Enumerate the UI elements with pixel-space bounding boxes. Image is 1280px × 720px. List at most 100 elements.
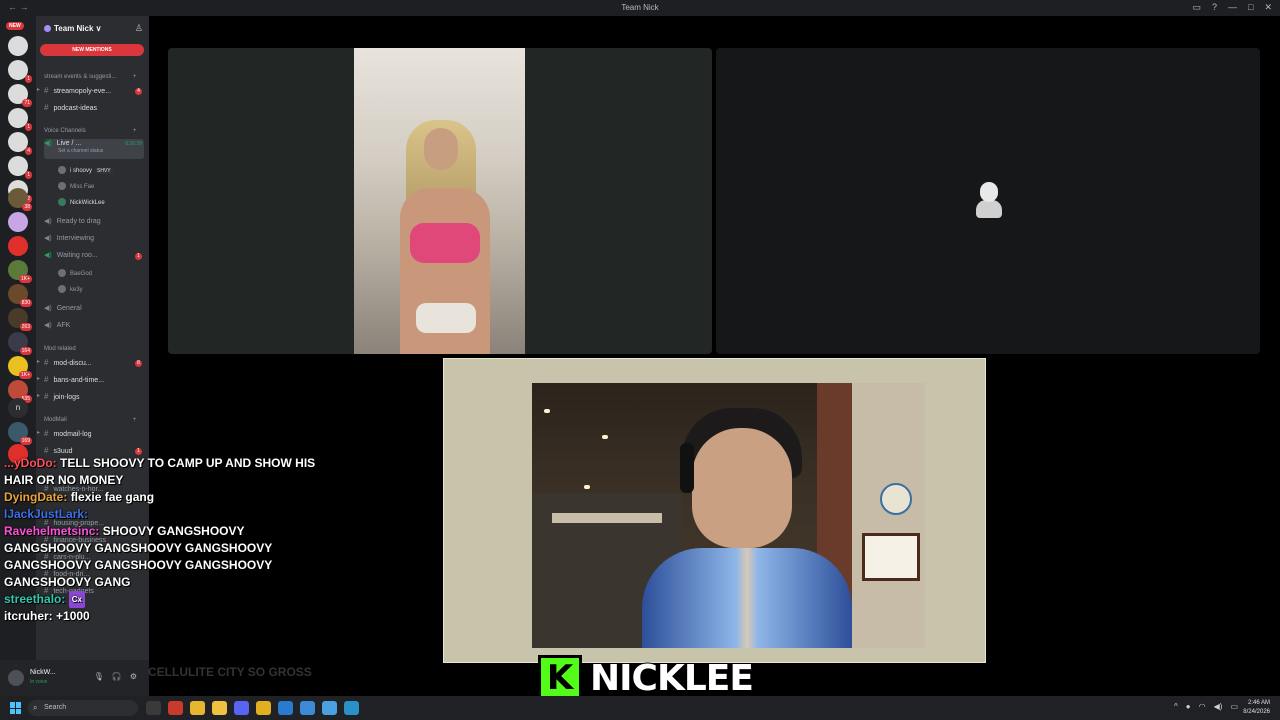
wifi-icon[interactable]: ◠ <box>1199 702 1206 711</box>
server-icon[interactable]: 1 <box>8 156 32 179</box>
clock-time: 2:46 AM <box>1247 700 1270 706</box>
server-icon[interactable] <box>8 212 28 232</box>
server-icon[interactable]: 830 <box>8 284 32 307</box>
channel-mod-discussion[interactable]: ▸ # mod-discu... 8 <box>37 358 144 372</box>
user-tag: SHVY <box>95 168 113 174</box>
voice-channel-afk[interactable]: ◀) AFK <box>44 321 144 335</box>
app-icon[interactable] <box>322 701 337 715</box>
volume-icon[interactable]: ◀) <box>1214 702 1223 711</box>
help-icon[interactable]: ? <box>1212 2 1217 13</box>
category-mod[interactable]: Mod related <box>44 346 76 352</box>
channel-label: bans-and-time... <box>53 377 105 384</box>
category-modmail[interactable]: ModMail + <box>44 417 137 423</box>
channel-status[interactable]: Set a channel status <box>58 148 103 154</box>
discord-icon[interactable] <box>234 701 249 715</box>
channel-join-logs[interactable]: ▸ # join-logs <box>37 392 144 406</box>
headset <box>680 443 694 493</box>
channel-modmail-log[interactable]: ▸ # modmail-log <box>37 429 144 443</box>
new-mentions-button[interactable]: NEW MENTIONS <box>40 44 144 56</box>
server-badge: 1K+ <box>18 275 32 283</box>
edge-icon[interactable] <box>344 701 359 715</box>
voice-channel-live[interactable]: ◀) Live / ... 6:26:39 Set a channel status <box>44 139 144 159</box>
server-icon[interactable]: 4 <box>8 132 32 155</box>
add-channel-icon[interactable]: + <box>133 417 137 423</box>
battery-icon[interactable]: ▭ <box>1230 702 1238 711</box>
server-name-text: Team Nick ∨ <box>54 24 102 33</box>
app-icon[interactable] <box>278 701 293 715</box>
voice-channel-general[interactable]: ◀) General <box>44 304 144 318</box>
server-name-button[interactable]: Team Nick ∨ <box>44 24 102 33</box>
system-tray: ^ ● ◠ ◀) ▭ <box>1174 702 1238 711</box>
avatar <box>58 166 66 174</box>
add-channel-icon[interactable]: + <box>133 74 137 80</box>
inbox-icon[interactable]: ▭ <box>1192 2 1201 13</box>
server-icon[interactable]: 164 <box>8 332 32 355</box>
close-icon[interactable]: ✕ <box>1264 2 1272 13</box>
channel-label: Waiting roo... <box>56 252 98 259</box>
server-icon[interactable]: 1K+ <box>8 356 32 379</box>
server-icon[interactable]: 263 <box>8 308 32 331</box>
server-badge: 1 <box>25 75 32 83</box>
taskbar-clock[interactable]: 2:46 AM 8/24/2026 <box>1243 699 1270 717</box>
category-stream-events[interactable]: stream events & suggesti... + <box>44 74 137 80</box>
speaker-icon: ◀) <box>44 322 52 329</box>
voice-channel-ready[interactable]: ◀) Ready to drag <box>44 217 144 231</box>
voice-channel-interviewing[interactable]: ◀) Interviewing <box>44 234 144 248</box>
channel-label: Live / ... <box>56 140 82 147</box>
headphones-icon[interactable]: 🎧 <box>112 672 122 681</box>
server-icon[interactable]: 71 <box>8 84 32 107</box>
voice-user[interactable]: NickWickLee <box>58 198 105 206</box>
gear-icon[interactable]: ⚙ <box>130 672 137 681</box>
server-icon[interactable]: 535 <box>8 380 32 403</box>
video-tile-guest[interactable] <box>168 48 712 354</box>
maximize-icon[interactable]: □ <box>1248 2 1253 13</box>
faded-chat-message: CELLULITE CITY SO GROSS <box>148 665 312 679</box>
server-icon[interactable]: 1K+ <box>8 260 32 283</box>
add-channel-icon[interactable]: + <box>133 128 137 134</box>
unread-badge: 1 <box>135 253 142 260</box>
speaker-icon: ◀) <box>44 235 52 242</box>
windows-start-icon[interactable] <box>10 702 22 714</box>
voice-channel-waiting[interactable]: ◀) Waiting roo... 1 <box>44 251 144 265</box>
channel-label: mod-discu... <box>53 360 92 367</box>
app-icon[interactable] <box>256 701 271 715</box>
server-icon[interactable]: 1 <box>8 108 32 131</box>
server-badge: 38 <box>22 203 32 211</box>
picture-frame <box>862 533 920 581</box>
server-icon[interactable] <box>8 36 28 56</box>
app-icon[interactable] <box>300 701 315 715</box>
channel-label: General <box>56 305 82 312</box>
tray-app-icon[interactable]: ● <box>1186 702 1191 711</box>
chevron-right-icon: ▸ <box>37 393 41 399</box>
channel-podcast-ideas[interactable]: # podcast-ideas <box>44 103 144 117</box>
file-explorer-icon[interactable] <box>212 701 227 715</box>
unread-badge: 8 <box>135 360 142 367</box>
voice-user[interactable]: ke3y <box>58 285 83 293</box>
microphone-icon[interactable]: 🎙 <box>94 672 104 681</box>
server-icon[interactable]: 169 <box>8 422 32 445</box>
task-view-icon[interactable] <box>146 701 161 715</box>
voice-user[interactable]: BaeGod <box>58 269 92 277</box>
channel-bans[interactable]: ▸ # bans-and-time... <box>37 375 144 389</box>
category-voice[interactable]: Voice Channels + <box>44 128 137 134</box>
figure-top <box>410 223 480 263</box>
channel-streamopoly[interactable]: ▸ # streamopoly-eve... 4 <box>37 86 144 100</box>
avatar[interactable] <box>8 670 24 686</box>
server-icon[interactable]: 1 <box>8 60 32 83</box>
minimize-icon[interactable]: — <box>1228 2 1237 13</box>
server-icon[interactable]: 38 <box>8 188 32 211</box>
video-tile-empty[interactable] <box>716 48 1260 354</box>
taskbar-search[interactable]: ⌕ Search <box>28 700 138 716</box>
chat-message: DyingDate: flexie fae gang <box>4 489 334 506</box>
counter <box>552 513 662 523</box>
server-icon[interactable] <box>8 236 28 256</box>
voice-user[interactable]: i shoovy SHVY <box>58 166 113 174</box>
server-letter-icon[interactable]: n <box>8 398 28 418</box>
add-member-icon[interactable]: ♙ <box>135 23 143 34</box>
voice-user[interactable]: Miss Fae <box>58 182 94 190</box>
chrome-icon[interactable] <box>190 701 205 715</box>
app-icon[interactable] <box>168 701 183 715</box>
chevron-up-icon[interactable]: ^ <box>1174 702 1178 711</box>
channel-label: streamopoly-eve... <box>53 88 112 95</box>
user-name: NickW... <box>30 669 56 676</box>
